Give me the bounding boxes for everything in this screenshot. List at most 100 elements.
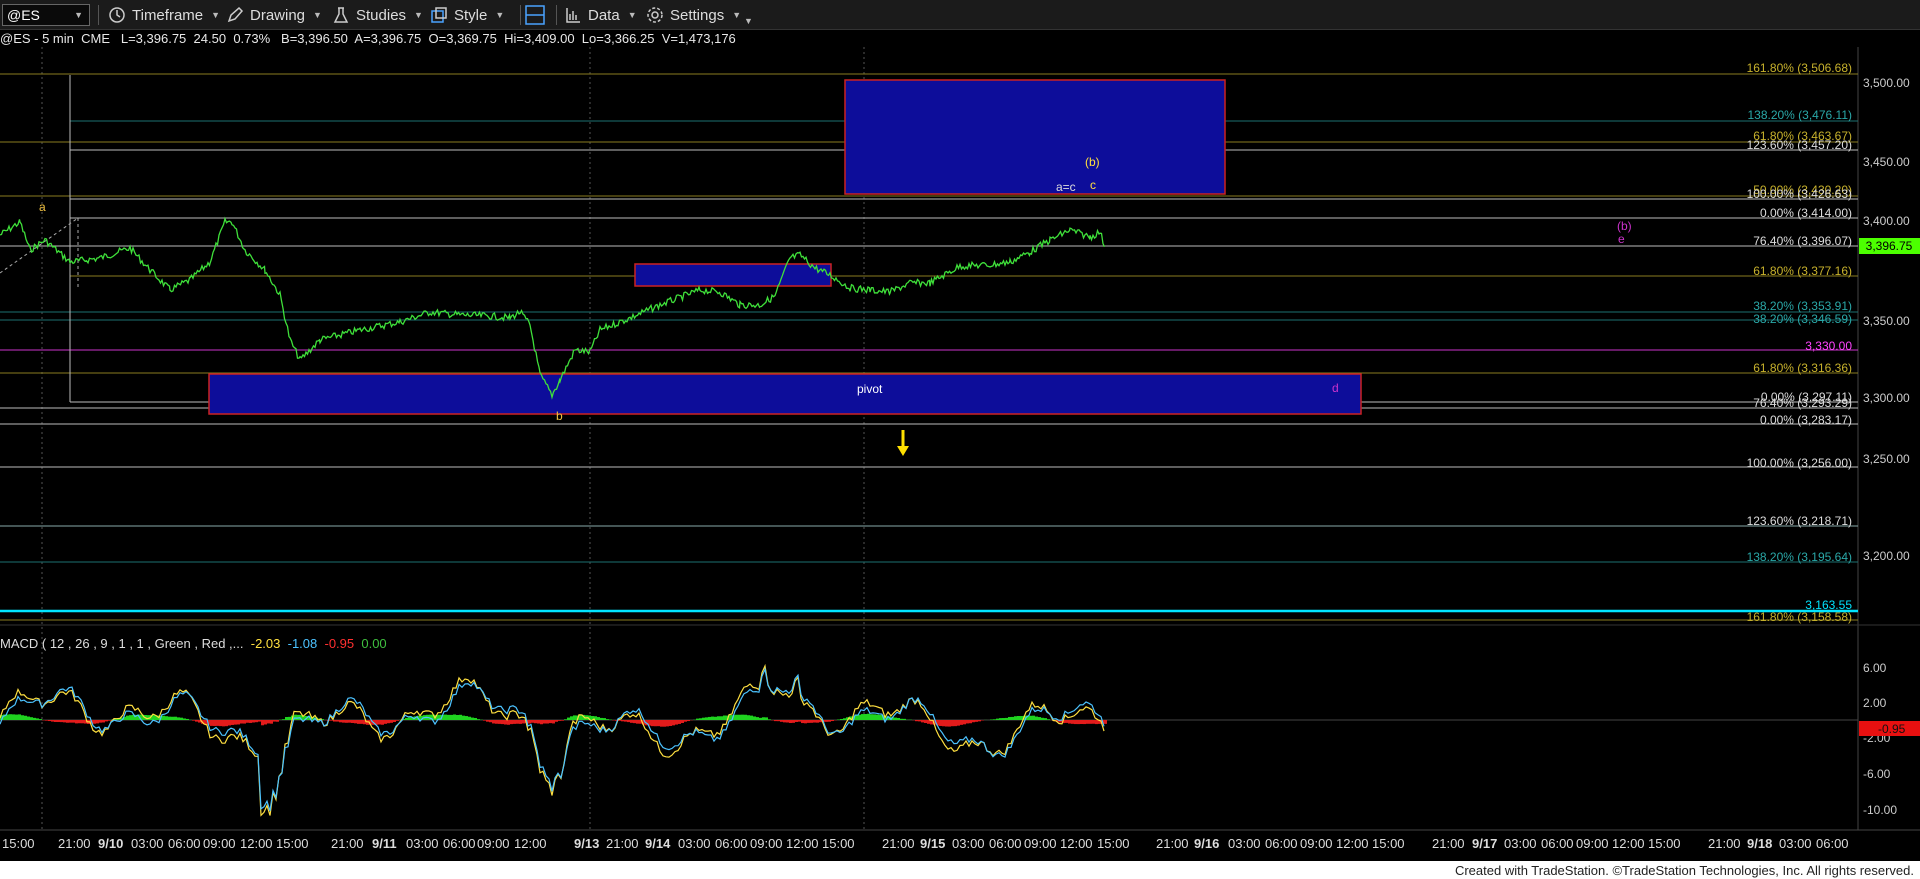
macd-histogram-bar	[792, 720, 795, 723]
macd-histogram-bar	[807, 720, 810, 723]
macd-histogram-bar	[963, 720, 966, 725]
info-exchange: CME	[81, 31, 111, 46]
toolbar: @ES ▼ Timeframe ▼ Drawing ▼ Studies ▼ St…	[0, 0, 1920, 30]
macd-histogram-bar	[75, 720, 78, 724]
macd-histogram-bar	[465, 716, 468, 720]
last-price-marker: 3,396.75	[1859, 238, 1920, 254]
time-tick-label: 21:00	[331, 836, 364, 851]
macd-histogram-bar	[678, 720, 681, 724]
macd-histogram-bar	[597, 717, 600, 720]
macd-histogram-bar	[381, 720, 384, 725]
macd-tick-label: -10.00	[1863, 803, 1897, 817]
macd-histogram-bar	[969, 720, 972, 724]
time-tick-label: 06:00	[168, 836, 201, 851]
studies-label: Studies	[356, 6, 407, 24]
macd-histogram-bar	[663, 720, 666, 727]
macd-histogram-bar	[999, 718, 1002, 720]
time-tick-label: 9/10	[98, 836, 123, 851]
macd-histogram-bar	[165, 716, 168, 720]
macd-histogram-bar	[918, 720, 921, 722]
fib-label: 3,330.00	[1805, 339, 1852, 353]
macd-histogram-bar	[870, 714, 873, 720]
symbol-input[interactable]: @ES ▼	[2, 4, 90, 26]
macd-last-marker: -0.95	[1859, 721, 1920, 736]
macd-histogram-bar	[879, 714, 882, 720]
timeframe-button[interactable]: Timeframe ▼	[108, 4, 220, 26]
time-tick-label: 9/11	[372, 836, 397, 851]
macd-histogram-bar	[915, 720, 918, 722]
macd-histogram-bar	[126, 715, 129, 720]
price-tick-label: 3,450.00	[1863, 155, 1910, 169]
time-tick-label: 09:00	[477, 836, 510, 851]
macd-histogram-bar	[459, 714, 462, 720]
layout-button[interactable]	[524, 4, 552, 26]
macd-histogram-bar	[498, 720, 501, 724]
time-tick-label: 21:00	[606, 836, 639, 851]
macd-histogram-bar	[18, 714, 21, 720]
time-tick-label: 21:00	[1708, 836, 1741, 851]
time-tick-label: 09:00	[203, 836, 236, 851]
macd-histogram-bar	[996, 718, 999, 720]
pivot-box[interactable]	[208, 373, 1362, 415]
data-button[interactable]: Data ▼	[564, 4, 637, 26]
time-tick-label: 06:00	[443, 836, 476, 851]
macd-histogram-bar	[831, 720, 834, 722]
macd-histogram-bar	[246, 720, 249, 723]
macd-histogram-bar	[504, 720, 507, 725]
fib-label: 76.40% (3,396.07)	[1753, 234, 1852, 248]
macd-histogram-bar	[558, 720, 561, 721]
macd-histogram-bar	[804, 720, 807, 724]
macd-histogram-bar	[633, 720, 636, 724]
macd-histogram-bar	[240, 720, 243, 724]
info-change: 24.50	[193, 31, 227, 46]
macd-histogram-bar	[951, 720, 954, 727]
macd-histogram-bar	[177, 717, 180, 720]
overflow-caret-icon[interactable]: ▼	[744, 10, 753, 32]
macd-histogram-bar	[81, 720, 84, 724]
wave-label-e: e	[1618, 232, 1625, 246]
target-box-middle[interactable]	[634, 263, 832, 287]
time-tick-label: 09:00	[750, 836, 783, 851]
macd-histogram-bar	[540, 720, 543, 725]
macd-histogram-bar	[567, 717, 570, 720]
macd-histogram-bar	[564, 719, 567, 720]
macd-histogram-bar	[351, 720, 354, 723]
macd-histogram-bar	[816, 720, 819, 723]
time-tick-label: 03:00	[1504, 836, 1537, 851]
macd-histogram-bar	[63, 720, 66, 723]
time-tick-label: 06:00	[1541, 836, 1574, 851]
time-tick-label: 12:00	[1336, 836, 1369, 851]
drawing-button[interactable]: Drawing ▼	[226, 4, 322, 26]
macd-histogram-bar	[708, 716, 711, 720]
macd-histogram-bar	[762, 717, 765, 720]
chevron-down-icon: ▼	[313, 10, 322, 20]
wave-label-d: d	[1332, 381, 1339, 395]
clock-icon	[109, 7, 125, 23]
macd-histogram-bar	[516, 720, 519, 724]
macd-histogram-bar	[408, 717, 411, 720]
macd-histogram-bar	[405, 717, 408, 720]
macd-histogram-bar	[528, 720, 531, 724]
info-open: O=3,369.75	[428, 31, 497, 46]
macd-histogram-bar	[1077, 720, 1080, 725]
macd-histogram-bar	[33, 717, 36, 720]
macd-histogram-bar	[651, 720, 654, 727]
macd-histogram-bar	[1080, 720, 1083, 724]
style-button[interactable]: Style ▼	[430, 4, 504, 26]
settings-button[interactable]: Settings ▼	[646, 4, 741, 26]
macd-histogram-bar	[660, 720, 663, 727]
macd-histogram-bar	[396, 720, 399, 721]
time-tick-label: 03:00	[131, 836, 164, 851]
price-chart[interactable]: a b pivot (b) a=c c d (b) e 161.80% (3,5…	[0, 47, 1920, 861]
macd-value-2: -1.08	[287, 636, 318, 651]
macd-histogram-bar	[843, 718, 846, 720]
pencil-icon	[227, 6, 244, 23]
macd-histogram-bar	[630, 720, 633, 723]
macd-histogram-bar	[696, 718, 699, 720]
macd-histogram-bar	[570, 716, 573, 720]
target-box-upper[interactable]	[844, 79, 1226, 195]
macd-histogram-bar	[447, 714, 450, 720]
macd-histogram-bar	[27, 716, 30, 720]
studies-button[interactable]: Studies ▼	[332, 4, 423, 26]
macd-histogram-bar	[237, 720, 240, 725]
